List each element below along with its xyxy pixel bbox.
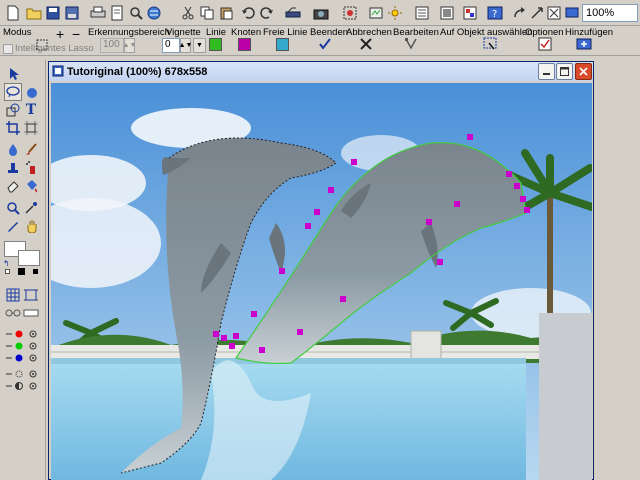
default-color-small-black[interactable] xyxy=(33,269,38,274)
camera-icon[interactable] xyxy=(311,3,331,23)
pointer-tool-icon[interactable] xyxy=(5,65,23,83)
vignette-label: Vignette xyxy=(166,27,201,38)
shape-tool-icon[interactable] xyxy=(4,101,22,119)
open-icon[interactable] xyxy=(24,3,44,23)
vignette-spinner[interactable]: ▲▼ xyxy=(179,38,192,53)
spray-tool-icon[interactable] xyxy=(22,159,40,177)
minimize-button[interactable] xyxy=(538,63,555,80)
grid-icon[interactable] xyxy=(4,286,22,304)
linie-label: Linie xyxy=(206,27,227,38)
checkmark-icon[interactable] xyxy=(318,37,332,54)
image-window-titlebar[interactable]: Tutoriginal (100%) 678x558 xyxy=(49,62,593,81)
mask-row[interactable] xyxy=(6,369,40,381)
ruler-icon[interactable] xyxy=(22,304,40,322)
brightness-icon[interactable] xyxy=(385,3,405,23)
modus-label: Modus xyxy=(3,27,32,38)
erkennung-input[interactable]: 100 xyxy=(100,38,124,53)
print-preview-icon[interactable] xyxy=(107,3,127,23)
layers-icon[interactable] xyxy=(412,3,432,23)
lasso-tool-icon[interactable] xyxy=(4,83,22,101)
effects-icon[interactable] xyxy=(340,3,360,23)
adjust-icon[interactable] xyxy=(366,3,386,23)
erkennung-label: Erkennungsbereich xyxy=(88,27,170,38)
knoten-color-swatch[interactable] xyxy=(238,38,251,51)
new-icon[interactable] xyxy=(3,3,23,23)
forward-icon[interactable] xyxy=(509,3,529,23)
options-icon[interactable] xyxy=(538,37,552,54)
brush-tool-icon[interactable] xyxy=(22,141,40,159)
image-window-title: Tutoriginal (100%) 678x558 xyxy=(67,65,208,78)
help-icon[interactable]: ? xyxy=(485,3,505,23)
channel-blue-row[interactable] xyxy=(6,353,40,365)
secondary-color-swatch[interactable] xyxy=(18,250,40,266)
svg-text:?: ? xyxy=(492,9,497,20)
copy-icon[interactable] xyxy=(197,3,217,23)
drop-tool-icon[interactable] xyxy=(4,141,22,159)
knoten-label: Knoten xyxy=(231,27,262,38)
web-icon[interactable] xyxy=(145,3,165,23)
palette-icon[interactable] xyxy=(460,3,480,23)
crop-tool-icon[interactable] xyxy=(4,119,22,137)
intelligent-lasso-label: Intelligentes Lasso xyxy=(15,43,94,54)
dolphin-photo xyxy=(51,83,592,480)
linie-color-swatch[interactable] xyxy=(209,38,222,51)
eyedropper-tool-icon[interactable] xyxy=(22,199,40,217)
main-toolbar: ? 100% xyxy=(0,0,640,26)
print-icon[interactable] xyxy=(88,3,108,23)
intelligent-lasso-checkbox[interactable]: Intelligentes Lasso xyxy=(3,43,94,54)
window-app-icon xyxy=(52,65,64,80)
scanner-icon[interactable] xyxy=(283,3,303,23)
vignette-dropdown-icon[interactable]: ▼ xyxy=(193,38,206,53)
cancel-x-icon[interactable] xyxy=(359,37,373,54)
redo-icon[interactable] xyxy=(257,3,277,23)
swap-colors-icon[interactable]: ↰ xyxy=(3,259,10,268)
monitor-icon[interactable] xyxy=(562,3,582,23)
save-as-icon[interactable] xyxy=(62,3,82,23)
cut-icon[interactable] xyxy=(178,3,198,23)
subtract-mode-icon[interactable]: − xyxy=(72,26,80,42)
channel-green-row[interactable] xyxy=(6,341,40,353)
default-color-white[interactable] xyxy=(5,269,10,274)
scan-icon[interactable] xyxy=(126,3,146,23)
image-canvas[interactable] xyxy=(51,83,592,480)
pen-tool-icon[interactable] xyxy=(4,217,22,235)
add-mode-icon[interactable]: + xyxy=(56,26,64,42)
maximize-button[interactable] xyxy=(556,63,573,80)
stamp-tool-icon[interactable] xyxy=(4,159,22,177)
frame-icon[interactable] xyxy=(22,286,40,304)
toolbox: T ↰ xyxy=(0,60,46,480)
add-selection-icon[interactable] xyxy=(576,37,592,54)
resize-tool-icon[interactable] xyxy=(22,119,40,137)
fullscreen-icon[interactable] xyxy=(544,3,564,23)
edit-nodes-icon[interactable] xyxy=(404,37,418,54)
undo-icon[interactable] xyxy=(238,3,258,23)
magic-select-tool-icon[interactable] xyxy=(22,83,40,101)
paste-icon[interactable] xyxy=(216,3,236,23)
hand-tool-icon[interactable] xyxy=(22,217,40,235)
close-button[interactable] xyxy=(575,63,592,80)
fill-tool-icon[interactable] xyxy=(22,177,40,195)
save-icon[interactable] xyxy=(43,3,63,23)
freie-linie-color-swatch[interactable] xyxy=(276,38,289,51)
image-icon[interactable] xyxy=(437,3,457,23)
eraser-tool-icon[interactable] xyxy=(4,177,22,195)
channel-red-row[interactable] xyxy=(6,329,40,341)
image-window: Tutoriginal (100%) 678x558 xyxy=(48,61,594,480)
text-tool-icon[interactable]: T xyxy=(22,101,40,119)
alpha-row[interactable] xyxy=(6,381,40,393)
zoom-tool-icon[interactable] xyxy=(4,199,22,217)
glasses-icon[interactable] xyxy=(4,304,22,322)
freie-linie-label: Freie Linie xyxy=(263,27,308,38)
erkennung-spinner[interactable]: ▲▼ xyxy=(123,38,136,53)
checkbox-box[interactable] xyxy=(3,43,13,54)
select-object-icon[interactable] xyxy=(483,37,497,54)
vignette-input[interactable]: 0 xyxy=(162,38,180,53)
zoom-input[interactable]: 100% xyxy=(582,4,638,22)
default-color-black[interactable] xyxy=(18,268,25,275)
